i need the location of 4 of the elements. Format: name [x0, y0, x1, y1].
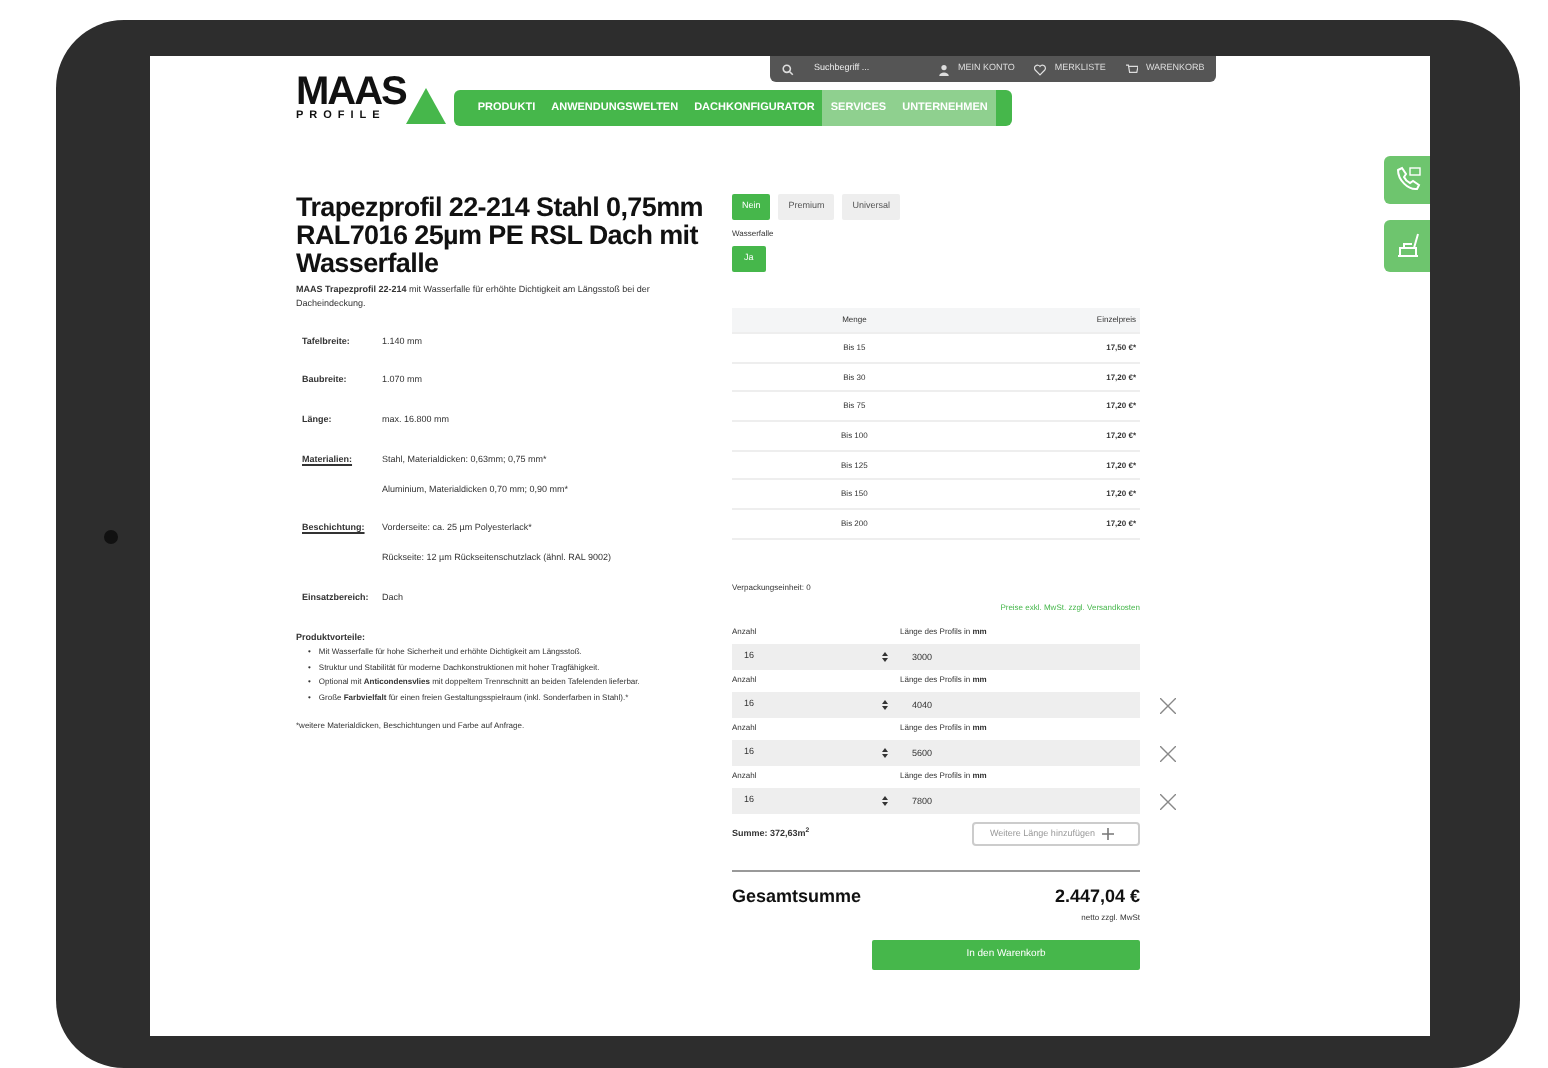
- total-label: Gesamtsumme: [732, 884, 862, 911]
- product-title: Trapezprofil 22-214 Stahl 0,75mm RAL7016 25µm PE RSL Dach mit Wasserfalle: [296, 194, 705, 278]
- logo-text: MAAS: [296, 76, 406, 108]
- total-amount: 2.447,04 €: [1054, 884, 1140, 911]
